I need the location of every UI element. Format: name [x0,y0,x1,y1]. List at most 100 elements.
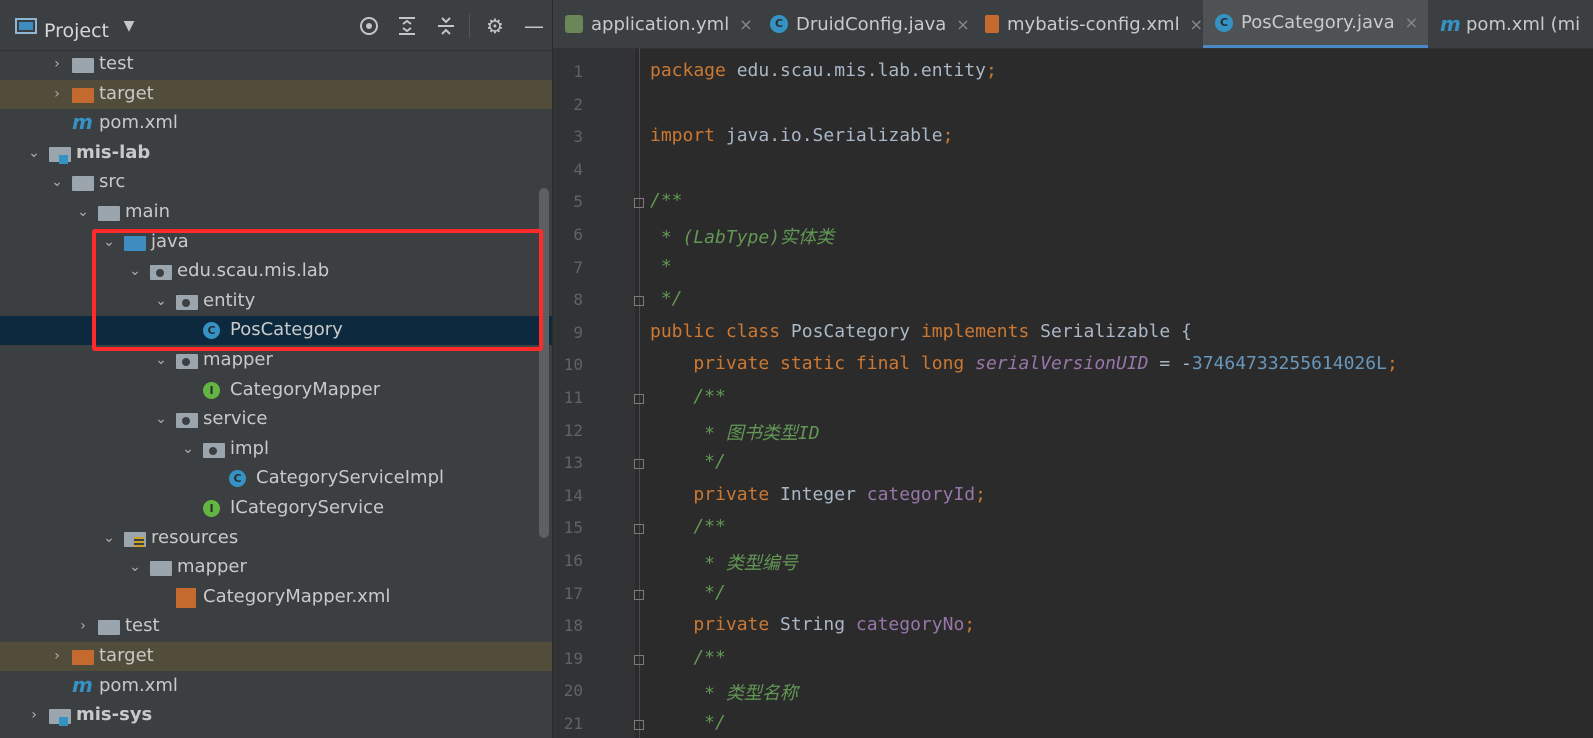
code-line: /** [650,516,726,537]
class-icon: C [229,470,246,488]
fold-marker-icon[interactable] [634,589,644,600]
tree-item[interactable]: ⌄ impl [0,435,552,464]
tree-item[interactable]: m pom.xml [0,109,552,138]
tree-item-label: test [125,615,160,637]
code-token: /** [650,386,726,407]
line-number: 19 [563,648,583,668]
chevron-down-icon[interactable]: ⌄ [50,172,64,192]
tree-item-label: CategoryMapper [230,378,381,400]
chevron-down-icon[interactable]: ⌄ [154,350,168,370]
chevron-down-icon[interactable]: ⌄ [102,528,116,548]
tree-item[interactable]: › mis-sys [0,701,552,730]
tree-item[interactable]: › test [0,612,552,641]
tree-item[interactable]: › test [0,50,552,79]
close-icon[interactable]: × [1190,15,1203,34]
editor-tab[interactable]: C PosCategory.java × [1203,0,1428,48]
line-number: 11 [563,388,583,407]
tree-item-label: impl [230,437,269,459]
editor-tab[interactable]: m pom.xml (mi [1428,0,1593,48]
code-line: * 类型编号 [650,549,798,575]
code-token: * [650,255,672,277]
code-line: * 类型名称 [650,679,798,705]
tree-item-label: mapper [177,556,247,578]
line-number: 7 [573,257,583,277]
tree-item[interactable]: › target [0,79,552,109]
editor-tab[interactable]: application.yml × [553,0,758,48]
editor-tab[interactable]: mybatis-config.xml × [973,0,1203,48]
fold-marker-icon[interactable] [634,720,644,730]
code-token: java.io.Serializable [725,125,943,147]
header-divider [469,14,470,38]
minimize-icon[interactable]: — [522,14,546,38]
code-line: private Integer categoryId; [650,484,986,505]
folder-icon [150,561,172,577]
chevron-down-icon[interactable]: ⌄ [154,409,168,429]
close-icon[interactable]: × [739,15,752,34]
gear-icon[interactable]: ⚙ [483,14,507,38]
maven-icon: m [72,110,93,135]
code-token: String [780,614,856,636]
fold-marker-icon[interactable] [634,654,644,665]
tree-item-label: ICategoryService [230,497,385,518]
editor-tab-label: pom.xml (mi [1466,13,1581,35]
module-icon [49,709,71,727]
tree-item[interactable]: CategoryMapper.xml [0,583,552,612]
excluded-folder-icon [72,650,94,665]
line-number: 16 [563,551,583,570]
fold-marker-icon[interactable] [634,198,644,209]
chevron-right-icon[interactable]: › [27,705,41,725]
fold-marker-icon[interactable] [634,394,644,404]
tree-item[interactable]: m pom.xml [0,672,552,701]
tree-item[interactable]: ⌄ main [0,198,552,227]
fold-marker-icon[interactable] [634,459,644,470]
code-token: public class [650,320,791,342]
tree-item[interactable]: ⌄ mapper [0,553,552,582]
expand-all-icon[interactable] [395,14,419,38]
close-icon[interactable]: × [956,15,969,34]
code-token: = - [1148,353,1192,375]
editor-tab[interactable]: C DruidConfig.java × [758,0,973,48]
chevron-right-icon[interactable]: › [50,54,64,74]
close-icon[interactable]: × [1405,13,1418,32]
editor-tab-label: PosCategory.java [1241,12,1395,33]
tree-item[interactable]: ⌄ service [0,405,552,434]
project-panel-title[interactable]: Project [44,20,109,42]
tree-item[interactable]: ⌄ resources [0,524,552,553]
tree-item[interactable]: ⌄ src [0,168,552,197]
code-token: */ [650,581,726,603]
code-token: implements [920,320,1041,342]
yml-file-icon [565,15,583,33]
chevron-right-icon[interactable]: › [50,84,64,104]
fold-marker-icon[interactable] [634,296,644,307]
chevron-down-icon[interactable]: ▼ [117,14,141,38]
tree-item[interactable]: › target [0,642,552,671]
tree-item-label: resources [151,526,239,548]
tree-item[interactable]: ⌄ mis-lab [0,139,552,168]
line-number: 10 [563,355,583,375]
chevron-right-icon[interactable]: › [50,646,64,666]
line-number-gutter: 1 2 3 4 5 6 7 8 9 10 11 12 13 14 15 16 17 18 19 20 21 [553,48,635,738]
module-icon [49,146,71,164]
locate-icon[interactable] [357,14,381,38]
tree-item[interactable]: C CategoryServiceImpl [0,464,552,493]
chevron-right-icon[interactable]: › [76,616,90,636]
code-line: * [650,256,672,277]
code-token: * 类型编号 [650,553,798,574]
tree-item[interactable]: I CategoryMapper [0,376,552,405]
chevron-down-icon[interactable]: ⌄ [181,439,195,459]
chevron-down-icon[interactable]: ⌄ [128,557,142,577]
code-token: package [650,60,737,81]
chevron-down-icon[interactable]: ⌄ [76,202,90,222]
code-token: private [650,483,781,505]
chevron-down-icon[interactable]: ⌄ [27,143,41,163]
line-number: 8 [573,290,583,310]
code-token: import [650,125,726,147]
xml-file-icon [176,587,196,608]
code-token: ; [1386,353,1398,375]
project-view-icon[interactable] [14,14,38,38]
code-line: /** [650,647,726,668]
fold-marker-icon[interactable] [634,524,644,535]
tree-item[interactable]: I ICategoryService [0,494,552,523]
collapse-all-icon[interactable] [434,14,458,38]
resources-folder-icon [124,531,146,547]
